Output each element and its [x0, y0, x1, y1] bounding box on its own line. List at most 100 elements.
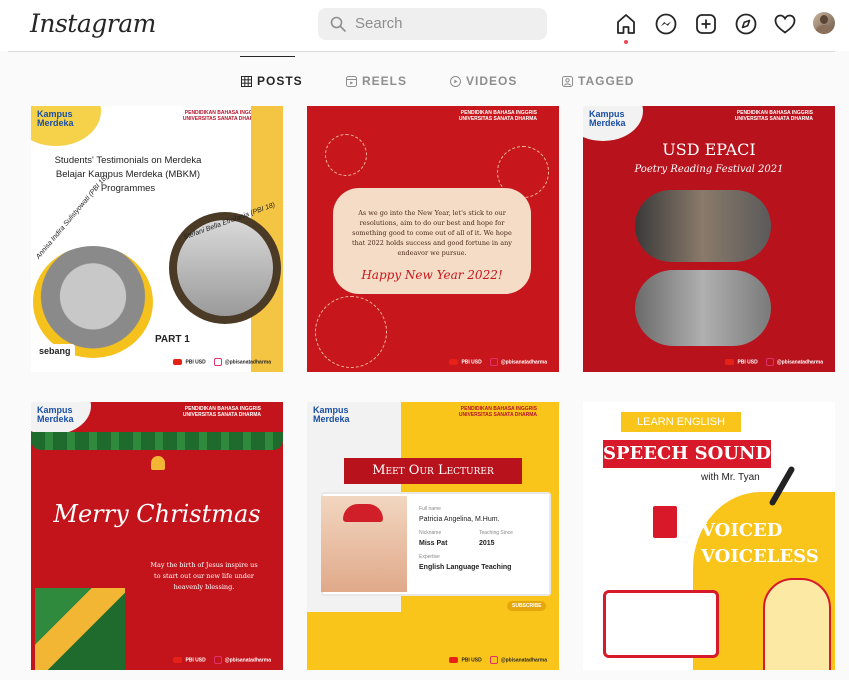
- tab-tagged[interactable]: TAGGED: [562, 74, 634, 88]
- new-year-message: As we go into the New Year, let's stick …: [352, 209, 512, 257]
- search-input[interactable]: Search: [355, 15, 403, 32]
- kampus-merdeka-logo: Kampus Merdeka: [37, 109, 74, 128]
- event-title: USD EPACI: [662, 140, 756, 159]
- voiceless-label: VOICELESS: [701, 546, 819, 567]
- department-label: PENDIDIKAN BAHASA INGGRIS UNIVERSITAS SA…: [182, 406, 261, 418]
- youtube-label: PBI USD: [461, 657, 482, 664]
- post-footer: PBI USD @pbisanatadharma: [725, 358, 823, 366]
- post-title: Students' Testimonials on Merdeka Belaja…: [54, 155, 202, 194]
- firework-decor-1: [325, 134, 367, 176]
- instagram-label: @pbisanatadharma: [224, 359, 271, 366]
- tab-posts-label: POSTS: [257, 74, 303, 88]
- garland-decor: [31, 432, 283, 450]
- tab-tagged-label: TAGGED: [578, 74, 635, 88]
- speech-sound-label: SPEECH SOUND: [603, 443, 772, 464]
- active-tab-indicator: [240, 56, 295, 57]
- topbar-divider: [8, 51, 835, 52]
- profile-avatar[interactable]: [813, 12, 835, 34]
- youtube-channel: PBI USD: [173, 656, 206, 663]
- firework-decor-3: [315, 296, 387, 368]
- department-label: PENDIDIKAN BAHASA INGGRIS UNIVERSITAS SA…: [458, 406, 537, 418]
- decor-shape-yellow: [307, 612, 401, 670]
- activity-heart-icon[interactable]: [773, 12, 797, 36]
- youtube-channel: PBI USD: [173, 358, 206, 366]
- reels-icon: [346, 75, 357, 87]
- department-label: PENDIDIKAN BAHASA INGGRIS UNIVERSITAS SA…: [734, 110, 813, 122]
- kampus-merdeka-logo: Kampus Merdeka: [37, 405, 74, 424]
- part-label: PART 1: [155, 334, 190, 345]
- performer-photo-top: [635, 190, 771, 262]
- new-post-icon[interactable]: [694, 12, 718, 36]
- fullname-value: Patricia Angelina, M.Hum.: [419, 516, 500, 523]
- student-photo-left: [33, 246, 153, 358]
- pencil-cup-icon: [653, 506, 677, 538]
- christmas-message: May the birth of Jesus inspire us to sta…: [150, 561, 258, 591]
- home-active-dot: [624, 40, 628, 44]
- post-footer: PBI USD @pbisanatadharma: [449, 656, 547, 664]
- post-tile-new-year[interactable]: PENDIDIKAN BAHASA INGGRIS UNIVERSITAS SA…: [307, 106, 559, 372]
- learn-english-label: LEARN ENGLISH: [636, 416, 726, 428]
- tab-reels-label: REELS: [362, 74, 408, 88]
- instagram-handle: @pbisanatadharma: [489, 656, 547, 664]
- partner-logo: sebang: [35, 344, 75, 358]
- post-footer: PBI USD @pbisanatadharma: [173, 656, 271, 664]
- since-label: Teaching Since: [479, 530, 513, 536]
- presenter-name: with Mr. Tyan: [701, 472, 760, 483]
- fullname-label: Full name: [419, 506, 441, 512]
- instagram-label: @pbisanatadharma: [224, 657, 271, 664]
- video-icon: [450, 75, 461, 87]
- bell-icon: [151, 456, 165, 470]
- expertise-label: Expertise: [419, 554, 440, 560]
- tab-reels[interactable]: REELS: [346, 74, 407, 88]
- department-label: PENDIDIKAN BAHASA INGGRIS UNIVERSITAS SA…: [182, 110, 261, 122]
- open-book-icon: [603, 590, 719, 658]
- expertise-value: English Language Teaching: [419, 564, 512, 571]
- department-label: PENDIDIKAN BAHASA INGGRIS UNIVERSITAS SA…: [458, 110, 537, 122]
- instagram-handle: @pbisanatadharma: [213, 656, 271, 664]
- search-icon: [330, 16, 346, 32]
- post-footer: PBI USD @pbisanatadharma: [173, 358, 271, 366]
- search-box[interactable]: Search: [318, 8, 547, 40]
- youtube-channel: PBI USD: [449, 358, 482, 365]
- learn-english-badge: LEARN ENGLISH: [621, 412, 741, 432]
- head-diagram-icon: [763, 578, 831, 670]
- youtube-label: PBI USD: [185, 359, 206, 366]
- post-footer: PBI USD @pbisanatadharma: [449, 358, 547, 366]
- since-value: 2015: [479, 540, 495, 547]
- nickname-label: Nickname: [419, 530, 442, 536]
- tagged-icon: [562, 75, 573, 87]
- messenger-icon[interactable]: [654, 12, 678, 36]
- post-tile-speech-sound[interactable]: LEARN ENGLISH SPEECH SOUND with Mr. Tyan…: [583, 402, 835, 670]
- instagram-label: @pbisanatadharma: [500, 359, 547, 366]
- post-tile-meet-lecturer[interactable]: Kampus Merdeka PENDIDIKAN BAHASA INGGRIS…: [307, 402, 559, 670]
- tab-videos[interactable]: VIDEOS: [450, 74, 517, 88]
- lecturer-title: Meet Our Lecturer: [344, 458, 522, 484]
- grid-icon: [241, 75, 252, 87]
- subscribe-badge: SUBSCRIBE: [507, 601, 547, 611]
- instagram-handle: @pbisanatadharma: [765, 358, 823, 366]
- instagram-label: @pbisanatadharma: [776, 359, 823, 366]
- instagram-handle: @pbisanatadharma: [489, 358, 547, 366]
- lecturer-photo: [321, 496, 407, 592]
- home-icon[interactable]: [614, 12, 638, 36]
- instagram-logo[interactable]: Instagram: [30, 9, 156, 38]
- tab-videos-label: VIDEOS: [466, 74, 518, 88]
- explore-icon[interactable]: [734, 12, 758, 36]
- nickname-value: Miss Pat: [419, 540, 448, 547]
- post-tile-usd-epaci[interactable]: Kampus Merdeka PENDIDIKAN BAHASA INGGRIS…: [583, 106, 835, 372]
- subscribe-label: SUBSCRIBE: [512, 603, 542, 609]
- partner-logo-text: sebang: [39, 346, 71, 356]
- post-tile-mbkm-testimonials[interactable]: Kampus Merdeka PENDIDIKAN BAHASA INGGRIS…: [31, 106, 283, 372]
- tab-posts[interactable]: POSTS: [241, 74, 303, 88]
- top-navigation-bar: Instagram Search: [0, 0, 849, 51]
- event-subtitle: Poetry Reading Festival 2021: [634, 164, 784, 175]
- speech-sound-title: SPEECH SOUND: [603, 440, 771, 468]
- new-year-greeting: Happy New Year 2022!: [361, 268, 503, 282]
- post-tile-merry-christmas[interactable]: Kampus Merdeka PENDIDIKAN BAHASA INGGRIS…: [31, 402, 283, 670]
- student-photo-right: [169, 212, 281, 324]
- instagram-label: @pbisanatadharma: [500, 657, 547, 664]
- gift-boxes-decor: [35, 588, 125, 670]
- performer-photo-bottom: [635, 270, 771, 346]
- youtube-channel: PBI USD: [725, 358, 758, 365]
- kampus-merdeka-logo: Kampus Merdeka: [313, 405, 350, 424]
